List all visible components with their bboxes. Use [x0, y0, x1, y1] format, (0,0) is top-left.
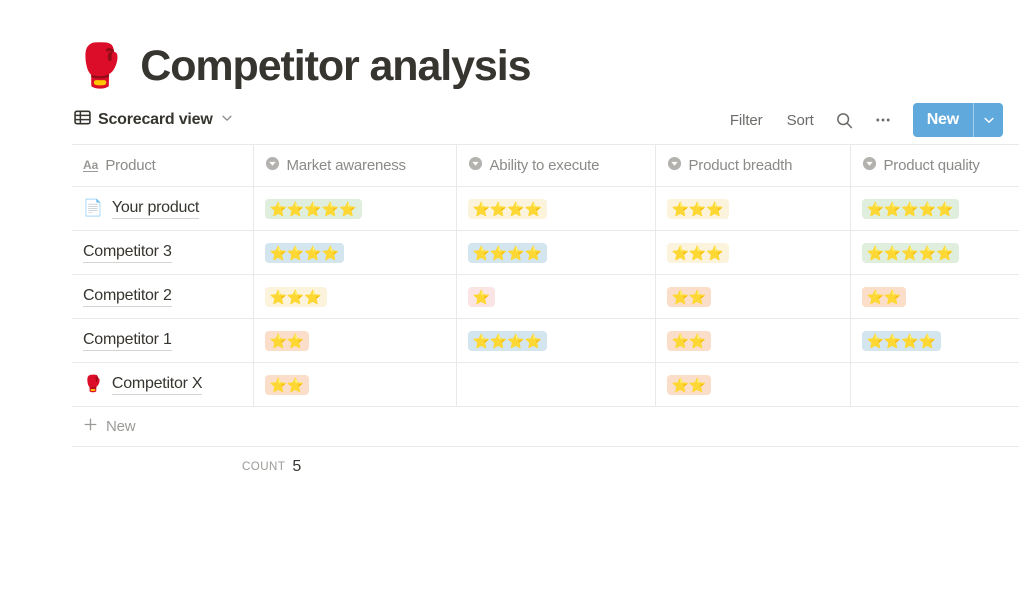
- column-header-product[interactable]: Aa Product: [72, 144, 254, 187]
- rating-pill: ⭐: [467, 286, 495, 307]
- cell-rating[interactable]: ⭐⭐⭐: [253, 274, 457, 319]
- rating-pill: ⭐⭐⭐: [666, 198, 729, 219]
- cell-rating[interactable]: ⭐⭐⭐⭐: [456, 230, 656, 275]
- cell-rating[interactable]: ⭐⭐⭐⭐⭐: [850, 186, 1019, 231]
- cell-product-name[interactable]: Competitor 1: [72, 318, 254, 363]
- column-label: Product quality: [883, 157, 980, 174]
- cell-rating[interactable]: ⭐⭐⭐⭐: [253, 230, 457, 275]
- cell-rating[interactable]: ⭐: [456, 274, 656, 319]
- cell-rating[interactable]: ⭐⭐⭐⭐: [456, 318, 656, 363]
- table-row[interactable]: 🥊 Competitor X ⭐⭐ ⭐⭐: [72, 362, 1019, 407]
- cell-rating[interactable]: [456, 362, 656, 407]
- view-name: Scorecard view: [98, 111, 213, 128]
- rating-pill: ⭐⭐: [264, 374, 310, 395]
- toolbar-actions: Filter Sort New: [723, 103, 1003, 137]
- page-title: Competitor analysis: [140, 41, 531, 90]
- cell-rating[interactable]: ⭐⭐⭐⭐⭐: [253, 186, 457, 231]
- cell-product-name[interactable]: Competitor 3: [72, 230, 254, 275]
- sort-button[interactable]: Sort: [780, 108, 821, 133]
- count-value: 5: [292, 458, 302, 475]
- search-icon[interactable]: [831, 106, 859, 134]
- count-footer[interactable]: Count 5: [72, 447, 1019, 487]
- cell-product-name[interactable]: 📄 Your product: [72, 186, 254, 231]
- count-label: Count: [242, 461, 286, 473]
- cell-rating[interactable]: ⭐⭐⭐: [655, 230, 851, 275]
- table-row[interactable]: Competitor 2 ⭐⭐⭐ ⭐ ⭐⭐ ⭐⭐: [72, 274, 1019, 319]
- plus-icon: [83, 417, 98, 437]
- cell-rating[interactable]: ⭐⭐: [253, 318, 457, 363]
- column-header-market-awareness[interactable]: Market awareness: [253, 144, 457, 187]
- rating-pill: ⭐⭐: [666, 330, 712, 351]
- filter-button[interactable]: Filter: [723, 108, 770, 133]
- rating-pill: ⭐⭐⭐⭐⭐: [264, 198, 362, 219]
- column-label: Market awareness: [286, 157, 407, 174]
- new-button-dropdown[interactable]: [973, 103, 1003, 137]
- view-tab-scorecard[interactable]: Scorecard view: [74, 109, 234, 131]
- page-title-row: 🥊 Competitor analysis: [0, 0, 1019, 96]
- column-header-product-quality[interactable]: Product quality: [850, 144, 1019, 187]
- cell-product-name[interactable]: Competitor 2: [72, 274, 254, 319]
- cell-rating[interactable]: ⭐⭐⭐⭐⭐: [850, 230, 1019, 275]
- select-type-icon: [265, 156, 280, 176]
- row-title[interactable]: Competitor X: [111, 375, 203, 395]
- select-type-icon: [862, 156, 877, 176]
- column-label: Product breadth: [688, 157, 793, 174]
- ellipsis-icon[interactable]: [869, 106, 897, 134]
- new-record-label: New: [106, 418, 136, 435]
- table-body: 📄 Your product ⭐⭐⭐⭐⭐ ⭐⭐⭐⭐ ⭐⭐⭐ ⭐⭐⭐⭐⭐ Competitor…: [72, 186, 1019, 407]
- rating-pill: ⭐⭐⭐⭐⭐: [861, 198, 959, 219]
- table-row[interactable]: 📄 Your product ⭐⭐⭐⭐⭐ ⭐⭐⭐⭐ ⭐⭐⭐ ⭐⭐⭐⭐⭐: [72, 186, 1019, 231]
- cell-rating[interactable]: ⭐⭐⭐⭐: [850, 318, 1019, 363]
- rating-pill: ⭐⭐⭐⭐⭐: [861, 242, 959, 263]
- page-icon: 📄: [83, 199, 103, 217]
- cell-rating[interactable]: ⭐⭐: [655, 318, 851, 363]
- table-row[interactable]: Competitor 3 ⭐⭐⭐⭐ ⭐⭐⭐⭐ ⭐⭐⭐ ⭐⭐⭐⭐⭐: [72, 230, 1019, 275]
- database-toolbar: Scorecard view Filter Sort New: [0, 96, 1019, 144]
- column-label: Ability to execute: [489, 157, 600, 174]
- new-record-row[interactable]: New: [72, 407, 1019, 447]
- chevron-down-icon: [220, 111, 234, 130]
- rating-pill: ⭐⭐⭐⭐: [467, 242, 548, 263]
- column-header-ability-to-execute[interactable]: Ability to execute: [456, 144, 656, 187]
- cell-rating[interactable]: ⭐⭐: [655, 274, 851, 319]
- cell-rating[interactable]: ⭐⭐⭐: [655, 186, 851, 231]
- rating-pill: ⭐⭐: [861, 286, 907, 307]
- rating-pill: ⭐⭐⭐⭐: [861, 330, 942, 351]
- cell-rating[interactable]: [850, 362, 1019, 407]
- database-table: Aa Product Market awareness Ability to e…: [72, 144, 1019, 407]
- column-label: Product: [105, 157, 156, 174]
- row-title[interactable]: Competitor 2: [83, 287, 172, 307]
- row-title[interactable]: Competitor 3: [83, 243, 172, 263]
- row-title[interactable]: Competitor 1: [83, 331, 172, 351]
- rating-pill: ⭐⭐⭐⭐: [467, 330, 548, 351]
- database-table-wrap: Aa Product Market awareness Ability to e…: [0, 144, 1019, 487]
- rating-pill: ⭐⭐: [666, 286, 712, 307]
- boxing-glove-icon: 🥊: [83, 375, 103, 393]
- rating-pill: ⭐⭐⭐: [264, 286, 327, 307]
- rating-pill: ⭐⭐⭐: [666, 242, 729, 263]
- notion-page: 🥊 Competitor analysis Scorecard view Fil…: [0, 0, 1019, 487]
- column-header-product-breadth[interactable]: Product breadth: [655, 144, 851, 187]
- rating-pill: ⭐⭐⭐⭐: [264, 242, 345, 263]
- table-header-row: Aa Product Market awareness Ability to e…: [72, 144, 1019, 187]
- boxing-glove-icon: 🥊: [74, 42, 127, 89]
- cell-rating[interactable]: ⭐⭐⭐⭐: [456, 186, 656, 231]
- cell-rating[interactable]: ⭐⭐: [655, 362, 851, 407]
- cell-product-name[interactable]: 🥊 Competitor X: [72, 362, 254, 407]
- cell-rating[interactable]: ⭐⭐: [253, 362, 457, 407]
- row-title[interactable]: Your product: [111, 199, 199, 219]
- rating-pill: ⭐⭐⭐⭐: [467, 198, 548, 219]
- table-view-icon: [74, 109, 91, 131]
- table-row[interactable]: Competitor 1 ⭐⭐ ⭐⭐⭐⭐ ⭐⭐ ⭐⭐⭐⭐: [72, 318, 1019, 363]
- new-button[interactable]: New: [913, 103, 973, 137]
- select-type-icon: [468, 156, 483, 176]
- text-type-icon: Aa: [83, 157, 99, 173]
- cell-rating[interactable]: ⭐⭐: [850, 274, 1019, 319]
- select-type-icon: [667, 156, 682, 176]
- new-button-group: New: [912, 103, 1003, 137]
- rating-pill: ⭐⭐: [264, 330, 310, 351]
- rating-pill: ⭐⭐: [666, 374, 712, 395]
